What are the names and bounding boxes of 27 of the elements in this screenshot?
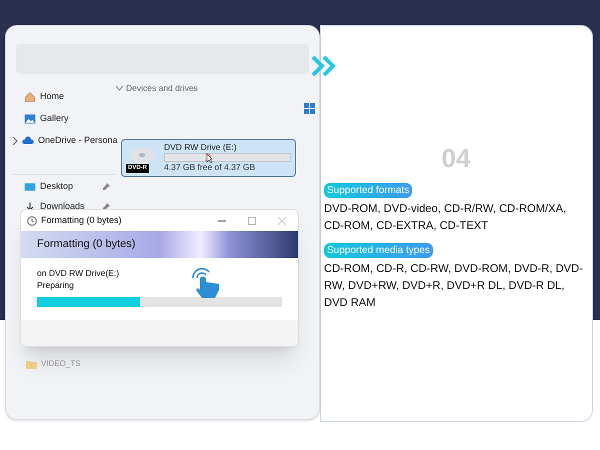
dialog-title: Formatting (0 bytes) xyxy=(41,214,122,227)
section-body: DVD-ROM, DVD-video, CD-R/RW, CD-ROM/XA, CD-ROM, CD-EXTRA, CD-TEXT xyxy=(324,202,568,234)
section-tag: Supported formats xyxy=(324,183,412,198)
home-icon xyxy=(24,91,36,103)
desktop-icon xyxy=(24,180,36,192)
collapse-chevron-icon[interactable] xyxy=(116,85,123,92)
close-icon[interactable] xyxy=(278,216,286,224)
mouse-cursor-icon xyxy=(205,153,213,164)
picture-icon xyxy=(24,113,36,125)
status-text: Preparing xyxy=(37,279,75,291)
windows-logo-icon xyxy=(304,103,315,114)
nav-item-label[interactable]: OneDrive - Persona xyxy=(38,134,118,148)
section-body: CD-ROM, CD-R, CD-RW, DVD-ROM, DVD-R, DVD-RW, DVD+RW, DVD+R, DVD+R DL, DVD-R DL, DVD RAM xyxy=(324,262,584,311)
cloud-icon xyxy=(22,135,34,147)
nav-item-label[interactable]: Gallery xyxy=(40,112,69,126)
section-tag: Supported media types xyxy=(324,243,433,258)
folder-icon xyxy=(26,360,37,368)
drive-free-space: 4.37 GB free of 4.37 GB xyxy=(164,162,256,174)
clock-icon xyxy=(27,216,37,226)
target-drive-text: on DVD RW Drive(E:) xyxy=(37,267,120,279)
nav-item-label[interactable]: Desktop xyxy=(40,180,74,194)
nav-item-label[interactable]: Home xyxy=(40,90,64,104)
drive-name: DVD RW Drive (E:) xyxy=(164,142,238,154)
maximize-icon[interactable] xyxy=(248,216,256,224)
expand-chevron-icon[interactable] xyxy=(12,137,18,145)
section-header: Devices and drives xyxy=(126,82,198,95)
dialog-header: Formatting (0 bytes) xyxy=(37,237,136,252)
